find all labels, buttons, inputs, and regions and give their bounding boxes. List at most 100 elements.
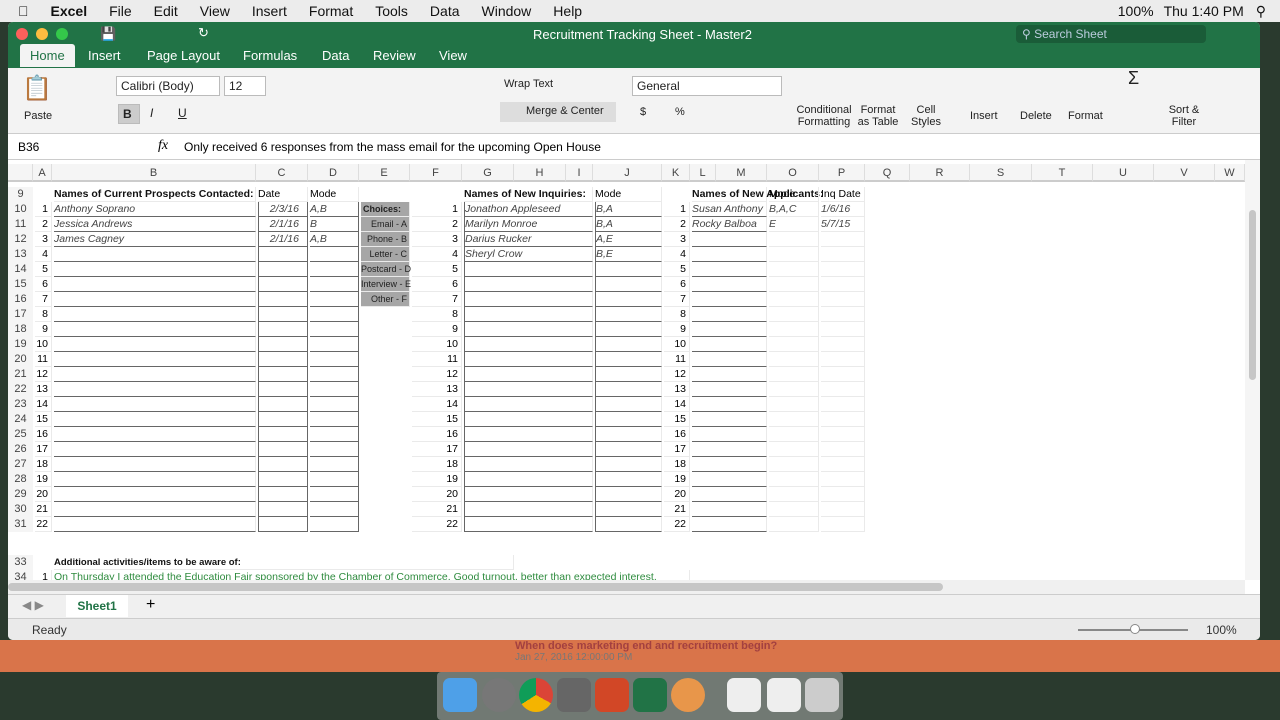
row-number[interactable]: 2 xyxy=(412,217,462,232)
prospect-name-cell[interactable] xyxy=(54,337,256,352)
prospect-mode-cell[interactable] xyxy=(310,277,359,292)
system-preferences-icon[interactable] xyxy=(557,678,591,712)
applicant-mode-cell[interactable] xyxy=(769,427,819,442)
save-icon[interactable]: 💾 xyxy=(100,26,116,42)
scrollbar-thumb[interactable] xyxy=(8,583,943,591)
applicant-mode-cell[interactable] xyxy=(769,397,819,412)
select-all-corner[interactable] xyxy=(8,164,33,182)
row-number[interactable]: 7 xyxy=(412,292,462,307)
prospect-date-cell[interactable] xyxy=(258,487,308,502)
prospect-mode-cell[interactable] xyxy=(310,427,359,442)
row-number[interactable]: 22 xyxy=(412,517,462,532)
row-number[interactable]: 10 xyxy=(35,337,52,352)
paste-icon[interactable]: 📋 xyxy=(22,74,52,103)
prospect-date-cell[interactable] xyxy=(258,457,308,472)
prospect-name-cell[interactable] xyxy=(54,382,256,397)
row-number[interactable]: 9 xyxy=(664,322,690,337)
applicant-mode-cell[interactable] xyxy=(769,502,819,517)
applicant-mode-cell[interactable] xyxy=(769,322,819,337)
row-number[interactable]: 3 xyxy=(35,232,52,247)
row-number[interactable]: 6 xyxy=(412,277,462,292)
inquiry-name-cell[interactable] xyxy=(464,397,593,412)
column-header-I[interactable]: I xyxy=(566,164,593,182)
column-header-F[interactable]: F xyxy=(410,164,462,182)
applicant-date-cell[interactable] xyxy=(821,307,865,322)
row-header-24[interactable]: 24 xyxy=(8,412,33,427)
horizontal-scrollbar[interactable] xyxy=(8,580,1245,594)
wrap-text-button[interactable]: Wrap Text xyxy=(504,78,553,90)
applicant-name-cell[interactable] xyxy=(692,247,767,262)
trash-icon[interactable] xyxy=(805,678,839,712)
prospect-name-cell[interactable]: James Cagney xyxy=(54,232,256,247)
inquiry-mode-cell[interactable] xyxy=(595,367,662,382)
inquiry-mode-cell[interactable] xyxy=(595,262,662,277)
prospect-date-cell[interactable] xyxy=(258,502,308,517)
font-name-select[interactable]: Calibri (Body) xyxy=(116,76,220,96)
applicant-name-cell[interactable] xyxy=(692,442,767,457)
row-number[interactable]: 19 xyxy=(35,472,52,487)
row-header-19[interactable]: 19 xyxy=(8,337,33,352)
row-number[interactable]: 8 xyxy=(412,307,462,322)
row-number[interactable]: 10 xyxy=(412,337,462,352)
underline-button[interactable]: U xyxy=(174,104,196,124)
applicant-date-cell[interactable] xyxy=(821,412,865,427)
applicant-mode-cell[interactable] xyxy=(769,487,819,502)
delete-cells-button[interactable]: Delete xyxy=(1020,110,1052,122)
choice-cell[interactable]: Letter - C xyxy=(361,247,410,262)
chrome-icon[interactable] xyxy=(519,678,553,712)
row-number[interactable]: 13 xyxy=(35,382,52,397)
column-header-K[interactable]: K xyxy=(662,164,690,182)
excel-icon[interactable] xyxy=(633,678,667,712)
column-header-L[interactable]: L xyxy=(690,164,716,182)
sheet-tab-sheet1[interactable]: Sheet1 xyxy=(66,595,128,617)
finder-icon[interactable] xyxy=(443,678,477,712)
inquiry-name-cell[interactable] xyxy=(464,367,593,382)
prospect-mode-cell[interactable] xyxy=(310,367,359,382)
applicant-date-cell[interactable] xyxy=(821,292,865,307)
row-number[interactable]: 22 xyxy=(35,517,52,532)
row-header-28[interactable]: 28 xyxy=(8,472,33,487)
inquiry-mode-cell[interactable]: B,E xyxy=(595,247,662,262)
prospect-mode-cell[interactable] xyxy=(310,352,359,367)
prospect-mode-cell[interactable] xyxy=(310,472,359,487)
prospect-date-cell[interactable] xyxy=(258,292,308,307)
row-number[interactable]: 22 xyxy=(664,517,690,532)
row-header-34[interactable]: 34 xyxy=(8,570,33,580)
prospect-date-cell[interactable] xyxy=(258,307,308,322)
menu-insert[interactable]: Insert xyxy=(252,3,287,19)
applicant-date-cell[interactable] xyxy=(821,247,865,262)
row-number[interactable]: 18 xyxy=(412,457,462,472)
inquiry-mode-cell[interactable] xyxy=(595,427,662,442)
inquiry-mode-cell[interactable] xyxy=(595,397,662,412)
row-number[interactable]: 15 xyxy=(412,412,462,427)
row-number[interactable]: 16 xyxy=(664,427,690,442)
row-number[interactable]: 15 xyxy=(35,412,52,427)
prospect-name-cell[interactable]: Jessica Andrews xyxy=(54,217,256,232)
row-number[interactable]: 6 xyxy=(35,277,52,292)
column-header-T[interactable]: T xyxy=(1032,164,1093,182)
spreadsheet-grid[interactable]: A B C D E F G H I J K L M O P Q R S T U V W 9 10 11 12 13 14 15 16 17 1… xyxy=(8,160,1245,580)
apple-icon[interactable]:  xyxy=(18,3,29,19)
applicant-name-cell[interactable] xyxy=(692,472,767,487)
prospect-name-cell[interactable] xyxy=(54,247,256,262)
prospect-name-cell[interactable] xyxy=(54,262,256,277)
column-header-S[interactable]: S xyxy=(970,164,1032,182)
zoom-button[interactable] xyxy=(56,28,68,40)
prospect-name-cell[interactable] xyxy=(54,517,256,532)
inquiry-mode-cell[interactable] xyxy=(595,352,662,367)
inquiry-mode-cell[interactable]: B,A xyxy=(595,202,662,217)
applicant-name-cell[interactable] xyxy=(692,277,767,292)
tab-formulas[interactable]: Formulas xyxy=(243,48,297,63)
column-header-C[interactable]: C xyxy=(256,164,308,182)
inquiries-mode-header[interactable]: Mode xyxy=(595,187,662,202)
formula-input[interactable]: Only received 6 responses from the mass … xyxy=(184,140,601,154)
choice-cell[interactable]: Other - F xyxy=(361,292,410,307)
prospect-name-cell[interactable] xyxy=(54,367,256,382)
conditional-formatting-button[interactable]: Conditional Formatting xyxy=(794,104,854,128)
applicant-date-cell[interactable] xyxy=(821,502,865,517)
column-header-J[interactable]: J xyxy=(593,164,662,182)
row-number[interactable]: 15 xyxy=(664,412,690,427)
applicant-name-cell[interactable] xyxy=(692,412,767,427)
applicant-mode-cell[interactable] xyxy=(769,352,819,367)
applicant-mode-cell[interactable] xyxy=(769,442,819,457)
